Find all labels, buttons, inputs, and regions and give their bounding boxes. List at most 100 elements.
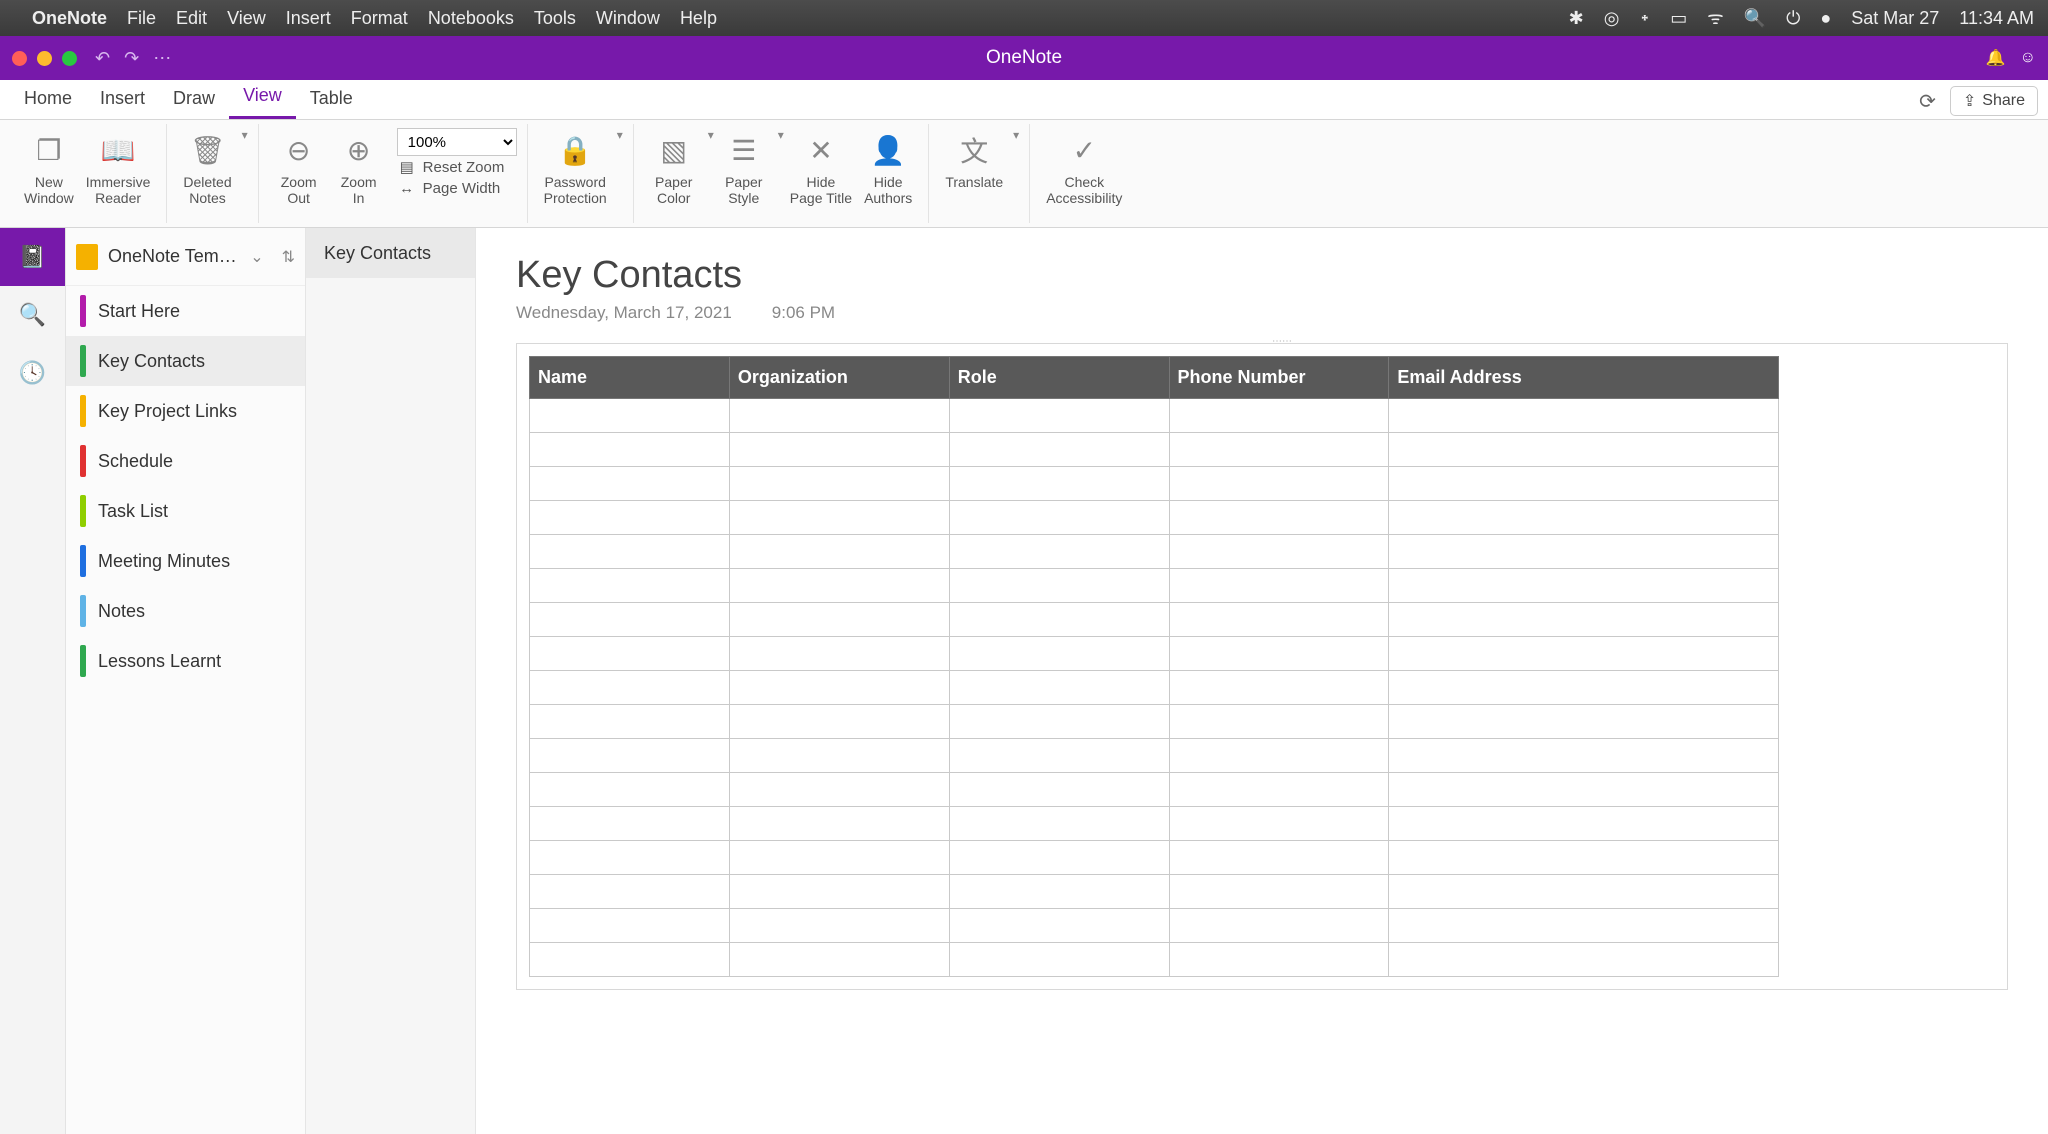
menu-insert[interactable]: Insert	[286, 8, 331, 29]
table-cell[interactable]	[729, 773, 949, 807]
table-cell[interactable]	[530, 841, 730, 875]
table-row[interactable]	[530, 773, 1779, 807]
notifications-icon[interactable]: 🔔	[1986, 48, 2006, 68]
page-item[interactable]: Key Contacts	[306, 228, 475, 278]
table-cell[interactable]	[530, 807, 730, 841]
table-cell[interactable]	[729, 501, 949, 535]
paper-style-button[interactable]: ☰ Paper Style	[714, 128, 774, 208]
wifi-icon[interactable]: ᯤ	[1707, 6, 1723, 30]
table-cell[interactable]	[949, 535, 1169, 569]
table-row[interactable]	[530, 433, 1779, 467]
table-row[interactable]	[530, 807, 1779, 841]
section-item[interactable]: Task List	[66, 486, 305, 536]
menu-file[interactable]: File	[127, 8, 156, 29]
contacts-table[interactable]: NameOrganizationRolePhone NumberEmail Ad…	[529, 356, 1779, 977]
tab-table[interactable]: Table	[296, 80, 367, 119]
table-cell[interactable]	[530, 909, 730, 943]
table-cell[interactable]	[1169, 739, 1389, 773]
tab-draw[interactable]: Draw	[159, 80, 229, 119]
deleted-notes-button[interactable]: 🗑 Deleted Notes	[177, 128, 237, 208]
table-cell[interactable]	[1169, 705, 1389, 739]
table-cell[interactable]	[1169, 943, 1389, 977]
table-row[interactable]	[530, 909, 1779, 943]
table-cell[interactable]	[729, 535, 949, 569]
table-cell[interactable]	[1169, 637, 1389, 671]
translate-button[interactable]: 文 Translate	[939, 128, 1009, 192]
table-cell[interactable]	[1169, 399, 1389, 433]
immersive-reader-button[interactable]: 📖 Immersive Reader	[80, 128, 157, 208]
table-cell[interactable]	[1389, 909, 1779, 943]
table-cell[interactable]	[949, 569, 1169, 603]
table-cell[interactable]	[729, 943, 949, 977]
chevron-down-icon[interactable]: ▾	[1013, 128, 1019, 142]
page-canvas[interactable]: Key Contacts Wednesday, March 17, 2021 9…	[476, 228, 2048, 1134]
user-icon[interactable]: ●	[1820, 8, 1831, 29]
table-cell[interactable]	[729, 909, 949, 943]
table-cell[interactable]	[1389, 501, 1779, 535]
table-cell[interactable]	[530, 399, 730, 433]
notebook-selector[interactable]: OneNote Template for Pr… ⌄ ⇅	[66, 228, 305, 286]
table-cell[interactable]	[530, 671, 730, 705]
table-cell[interactable]	[1389, 841, 1779, 875]
menubar-time[interactable]: 11:34 AM	[1959, 8, 2034, 29]
password-protection-button[interactable]: 🔒 Password Protection	[538, 128, 613, 208]
spotlight-icon[interactable]: 🔍	[1744, 8, 1766, 29]
table-cell[interactable]	[530, 569, 730, 603]
table-cell[interactable]	[1389, 637, 1779, 671]
section-item[interactable]: Notes	[66, 586, 305, 636]
feedback-icon[interactable]: ☺	[2020, 49, 2036, 67]
table-cell[interactable]	[949, 705, 1169, 739]
table-cell[interactable]	[949, 399, 1169, 433]
table-cell[interactable]	[949, 943, 1169, 977]
table-cell[interactable]	[1169, 773, 1389, 807]
table-cell[interactable]	[1169, 535, 1389, 569]
table-header[interactable]: Role	[949, 357, 1169, 399]
tab-view[interactable]: View	[229, 77, 296, 119]
more-icon[interactable]: ⋯	[153, 48, 171, 69]
zoom-select[interactable]: 100%	[397, 128, 517, 156]
notebook-rail-button[interactable]: 📓	[0, 228, 65, 286]
table-cell[interactable]	[949, 671, 1169, 705]
resize-handle-icon[interactable]: ⋯⋯	[1262, 336, 1302, 344]
undo-icon[interactable]: ↶	[95, 48, 110, 69]
minimize-window-button[interactable]	[37, 51, 52, 66]
table-cell[interactable]	[530, 773, 730, 807]
status-icon[interactable]: ◎	[1604, 8, 1620, 29]
table-cell[interactable]	[1169, 569, 1389, 603]
table-cell[interactable]	[729, 399, 949, 433]
menu-window[interactable]: Window	[596, 8, 660, 29]
table-cell[interactable]	[729, 739, 949, 773]
table-cell[interactable]	[729, 637, 949, 671]
table-cell[interactable]	[1169, 909, 1389, 943]
hide-page-title-button[interactable]: ✕ Hide Page Title	[784, 128, 858, 208]
note-container[interactable]: ⋯⋯ NameOrganizationRolePhone NumberEmail…	[516, 343, 2008, 990]
table-row[interactable]	[530, 501, 1779, 535]
table-cell[interactable]	[1169, 807, 1389, 841]
redo-icon[interactable]: ↷	[124, 48, 139, 69]
table-row[interactable]	[530, 535, 1779, 569]
section-item[interactable]: Lessons Learnt	[66, 636, 305, 686]
table-cell[interactable]	[1389, 807, 1779, 841]
table-cell[interactable]	[949, 603, 1169, 637]
section-item[interactable]: Meeting Minutes	[66, 536, 305, 586]
table-header[interactable]: Name	[530, 357, 730, 399]
table-cell[interactable]	[729, 807, 949, 841]
section-item[interactable]: Schedule	[66, 436, 305, 486]
table-cell[interactable]	[1389, 535, 1779, 569]
table-cell[interactable]	[530, 637, 730, 671]
table-cell[interactable]	[729, 705, 949, 739]
table-row[interactable]	[530, 569, 1779, 603]
table-cell[interactable]	[729, 433, 949, 467]
menu-help[interactable]: Help	[680, 8, 717, 29]
table-header[interactable]: Phone Number	[1169, 357, 1389, 399]
table-cell[interactable]	[1389, 671, 1779, 705]
menu-notebooks[interactable]: Notebooks	[428, 8, 514, 29]
reset-zoom-button[interactable]: ▤Reset Zoom	[397, 156, 517, 178]
table-cell[interactable]	[1169, 501, 1389, 535]
table-cell[interactable]	[1389, 433, 1779, 467]
table-cell[interactable]	[949, 909, 1169, 943]
table-cell[interactable]	[1169, 841, 1389, 875]
page-width-button[interactable]: ↔Page Width	[397, 178, 517, 199]
menu-tools[interactable]: Tools	[534, 8, 576, 29]
section-item[interactable]: Key Project Links	[66, 386, 305, 436]
